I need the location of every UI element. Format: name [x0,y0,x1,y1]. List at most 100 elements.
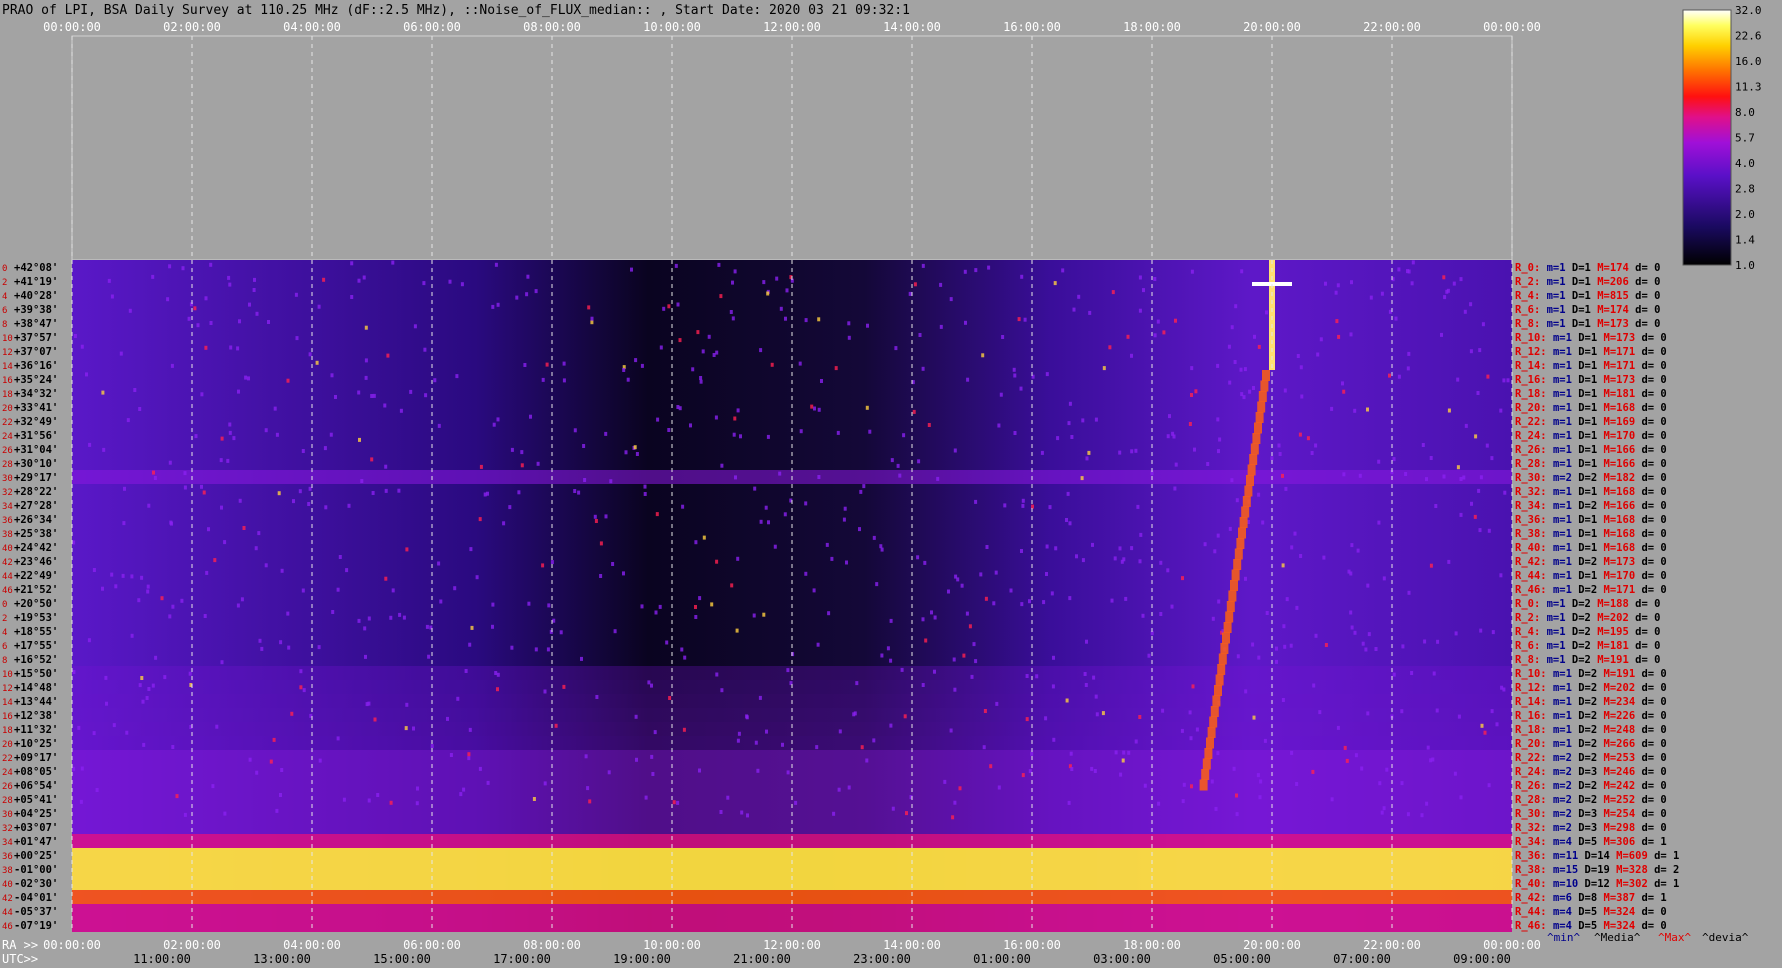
beam-stat-field: d= 0 [1641,808,1666,820]
noise-speck [336,736,340,741]
noise-speck [302,688,306,693]
colorbar-tick-label: 5.7 [1735,132,1755,145]
noise-speck [921,617,925,622]
noise-speck [1380,810,1384,815]
noise-speck [678,338,682,343]
noise-speck [405,702,409,707]
beam-stat-field: M=306 [1604,836,1642,848]
diagonal-band-segment [1250,443,1259,455]
noise-speck [754,740,758,745]
beam-stat-field: R_42: [1515,556,1553,568]
noise-speck [536,461,540,466]
beam-stat-field: D=1 [1578,360,1603,372]
beam-stat-field: d= 0 [1641,668,1666,680]
declination-label: +29°17' [14,472,58,484]
noise-speck [1397,374,1401,379]
beam-stat-field: M=248 [1604,724,1642,736]
beam-stat-field: d= 0 [1641,430,1666,442]
beam-stat-field: D=2 [1578,710,1603,722]
noise-speck [916,555,920,560]
noise-speck [1377,459,1381,464]
noise-speck [299,685,303,690]
noise-speck [1122,750,1126,755]
beam-stat-row: R_36: m=1 D=1 M=168 d= 0 [1515,514,1667,526]
beam-stat-field: D=1 [1578,570,1603,582]
beam-stat-field: R_42: [1515,892,1553,904]
diagonal-band-segment [1212,695,1221,707]
diagonal-band-segment [1217,664,1226,675]
noise-speck [1382,576,1386,581]
noise-speck [696,330,700,335]
declination-label: +35°24' [14,374,58,386]
noise-speck [817,407,821,412]
noise-speck [370,394,374,398]
beam-stat-field: d= 0 [1641,738,1666,750]
noise-speck [999,392,1003,397]
noise-speck [715,559,719,564]
diagonal-band-segment [1233,559,1242,570]
utc-axis-prefix: UTC>> [2,952,38,966]
noise-speck [1088,310,1092,315]
row-index-label: 42 [2,894,13,904]
beam-stat-field: m=1 [1553,724,1578,736]
noise-speck [350,261,354,266]
noise-speck [665,640,669,645]
diagonal-band-segment [1209,716,1218,728]
noise-speck [732,432,736,437]
beam-stat-field: d= 0 [1635,290,1660,302]
noise-speck [923,560,927,565]
noise-speck [913,282,917,287]
bottom-utc-tick-label: 05:00:00 [1213,952,1271,966]
noise-speck [275,808,279,813]
declination-label: +42°08' [14,262,58,274]
noise-speck [1244,576,1247,581]
beam-stat-field: D=2 [1572,654,1597,666]
noise-speck [1358,473,1362,478]
noise-speck [785,288,789,293]
noise-speck [1190,269,1194,274]
noise-speck [494,671,498,675]
row-index-label: 16 [2,712,13,722]
noise-speck [1153,333,1157,338]
declination-label: +37°07' [14,346,58,358]
ra-axis-prefix: RA >> [2,938,38,952]
diagonal-band-segment [1215,674,1224,686]
noise-speck [1442,275,1446,280]
noise-speck [917,459,921,464]
beam-stat-field: R_0: [1515,598,1547,610]
noise-speck [1021,773,1025,778]
noise-speck [479,464,483,469]
noise-speck [1479,475,1483,480]
noise-speck [72,670,76,674]
noise-speck [905,811,908,816]
noise-speck [825,542,829,547]
noise-speck [1235,498,1239,503]
noise-speck [667,428,671,432]
noise-speck [1216,363,1220,368]
beam-stat-field: D=1 [1572,290,1597,302]
noise-speck [1491,630,1495,635]
noise-speck [762,612,766,617]
noise-speck [183,812,187,817]
beam-stat-field: M=253 [1604,752,1642,764]
beam-stat-field: R_24: [1515,430,1553,442]
beam-stat-row: R_22: m=2 D=2 M=253 d= 0 [1515,752,1667,764]
noise-speck [491,304,495,309]
beam-stat-field: d= 1 [1641,836,1666,848]
noise-speck [902,433,906,438]
noise-speck [1194,389,1198,394]
noise-speck [953,687,957,692]
beam-stat-field: m=2 [1553,752,1578,764]
noise-speck [1350,625,1354,630]
noise-speck [694,540,698,545]
noise-speck [200,392,204,397]
beam-stat-row: R_22: m=1 D=1 M=169 d= 0 [1515,416,1667,428]
noise-speck [1392,457,1396,462]
noise-speck [1316,352,1320,357]
beam-stat-field: m=1 [1553,514,1578,526]
noise-speck [890,458,894,463]
noise-speck [541,563,545,568]
beam-stat-field: D=1 [1572,262,1597,274]
beam-stat-field: R_20: [1515,402,1553,414]
noise-speck [1003,503,1007,508]
